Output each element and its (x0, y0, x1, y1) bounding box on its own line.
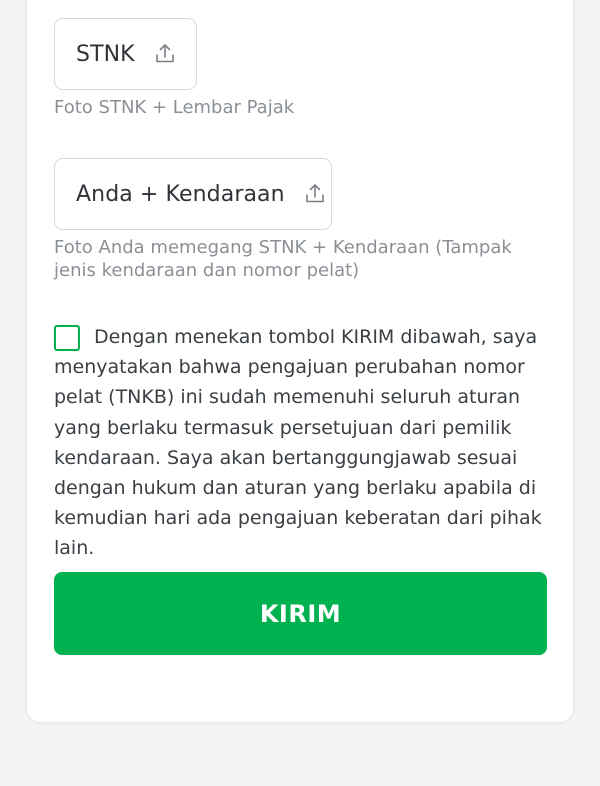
consent-text: Dengan menekan tombol KIRIM dibawah, say… (54, 326, 542, 560)
upload-icon (303, 182, 327, 206)
consent-checkbox[interactable] (54, 325, 80, 351)
upload-owner-vehicle-button[interactable]: Anda + Kendaraan (54, 158, 332, 230)
submit-button[interactable]: KIRIM (54, 572, 547, 655)
upload-owner-vehicle-helper: Foto Anda memegang STNK + Kendaraan (Tam… (54, 237, 512, 281)
upload-icon (153, 42, 177, 66)
upload-stnk-helper: Foto STNK + Lembar Pajak (54, 97, 295, 118)
upload-owner-vehicle-label: Anda + Kendaraan (76, 181, 285, 207)
upload-stnk-label: STNK (76, 41, 135, 67)
upload-stnk-button[interactable]: STNK (54, 18, 197, 90)
